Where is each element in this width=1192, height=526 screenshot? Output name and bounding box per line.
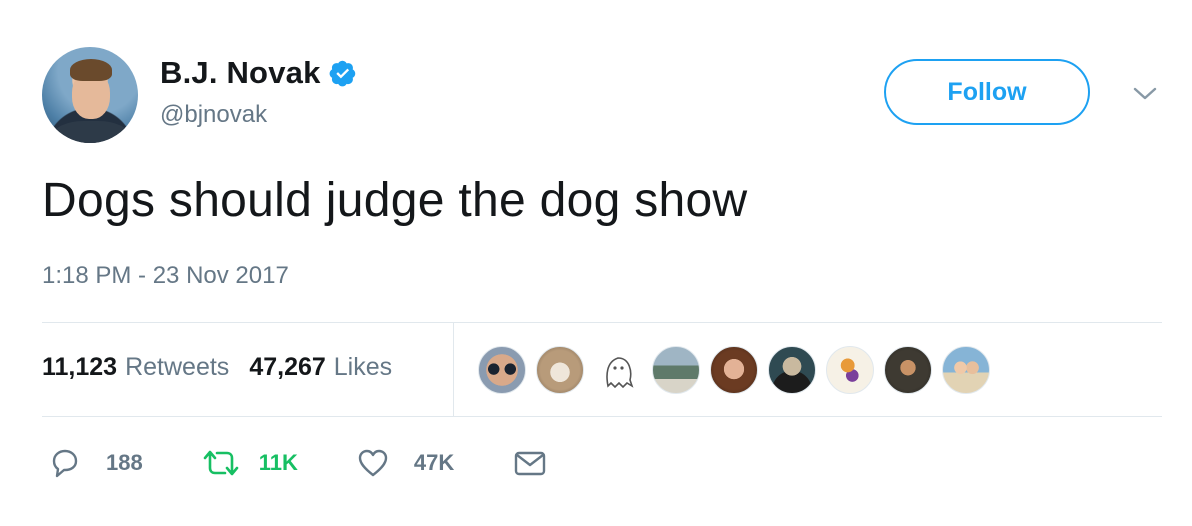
retweets-stat[interactable]: 11,123 Retweets [42, 353, 229, 382]
liker-avatar[interactable] [884, 346, 932, 394]
user-name-row: B.J. Novak [160, 55, 357, 91]
stats-top-divider [42, 322, 1162, 323]
reply-count: 188 [106, 450, 143, 475]
liker-avatar[interactable] [710, 346, 758, 394]
retweets-count: 11,123 [42, 353, 118, 381]
chevron-down-icon[interactable] [1132, 84, 1158, 104]
reply-icon [52, 449, 78, 478]
liker-avatar[interactable] [594, 346, 642, 394]
retweet-button[interactable]: 11K [201, 446, 298, 480]
user-handle[interactable]: @bjnovak [160, 101, 267, 129]
tweet-stats: 11,123 Retweets 47,267 Likes [42, 353, 412, 382]
like-button[interactable]: 47K [356, 446, 454, 480]
likes-count: 47,267 [249, 353, 326, 381]
tweet-timestamp[interactable]: 1:18 PM - 23 Nov 2017 [42, 262, 289, 290]
like-count: 47K [413, 450, 455, 475]
tweet-actions: 188 11K 47K [48, 446, 606, 480]
likes-stat[interactable]: 47,267 Likes [249, 353, 392, 382]
avatar-shirt [52, 121, 130, 143]
follow-button[interactable]: Follow [884, 59, 1090, 125]
ghost-icon [606, 357, 634, 389]
avatar-hair [70, 59, 112, 81]
heart-icon [358, 449, 388, 477]
liker-avatar[interactable] [478, 346, 526, 394]
liker-avatar[interactable] [768, 346, 816, 394]
liker-avatars [478, 346, 1000, 394]
liker-avatar[interactable] [536, 346, 584, 394]
verified-badge-icon [329, 60, 355, 87]
direct-message-button[interactable] [512, 446, 548, 480]
stats-vertical-divider [453, 323, 454, 416]
retweet-count: 11K [258, 450, 298, 475]
user-display-name[interactable]: B.J. Novak [160, 55, 321, 91]
mail-icon [515, 451, 546, 476]
liker-avatar[interactable] [942, 346, 990, 394]
likes-label: Likes [333, 353, 393, 381]
stats-bottom-divider [42, 416, 1162, 417]
liker-avatar[interactable] [826, 346, 874, 394]
tweet-text: Dogs should judge the dog show [42, 174, 748, 227]
retweets-label: Retweets [125, 353, 230, 381]
liker-avatar[interactable] [652, 346, 700, 394]
user-avatar[interactable] [42, 47, 138, 143]
retweet-icon [203, 450, 239, 476]
reply-button[interactable]: 188 [48, 446, 143, 480]
